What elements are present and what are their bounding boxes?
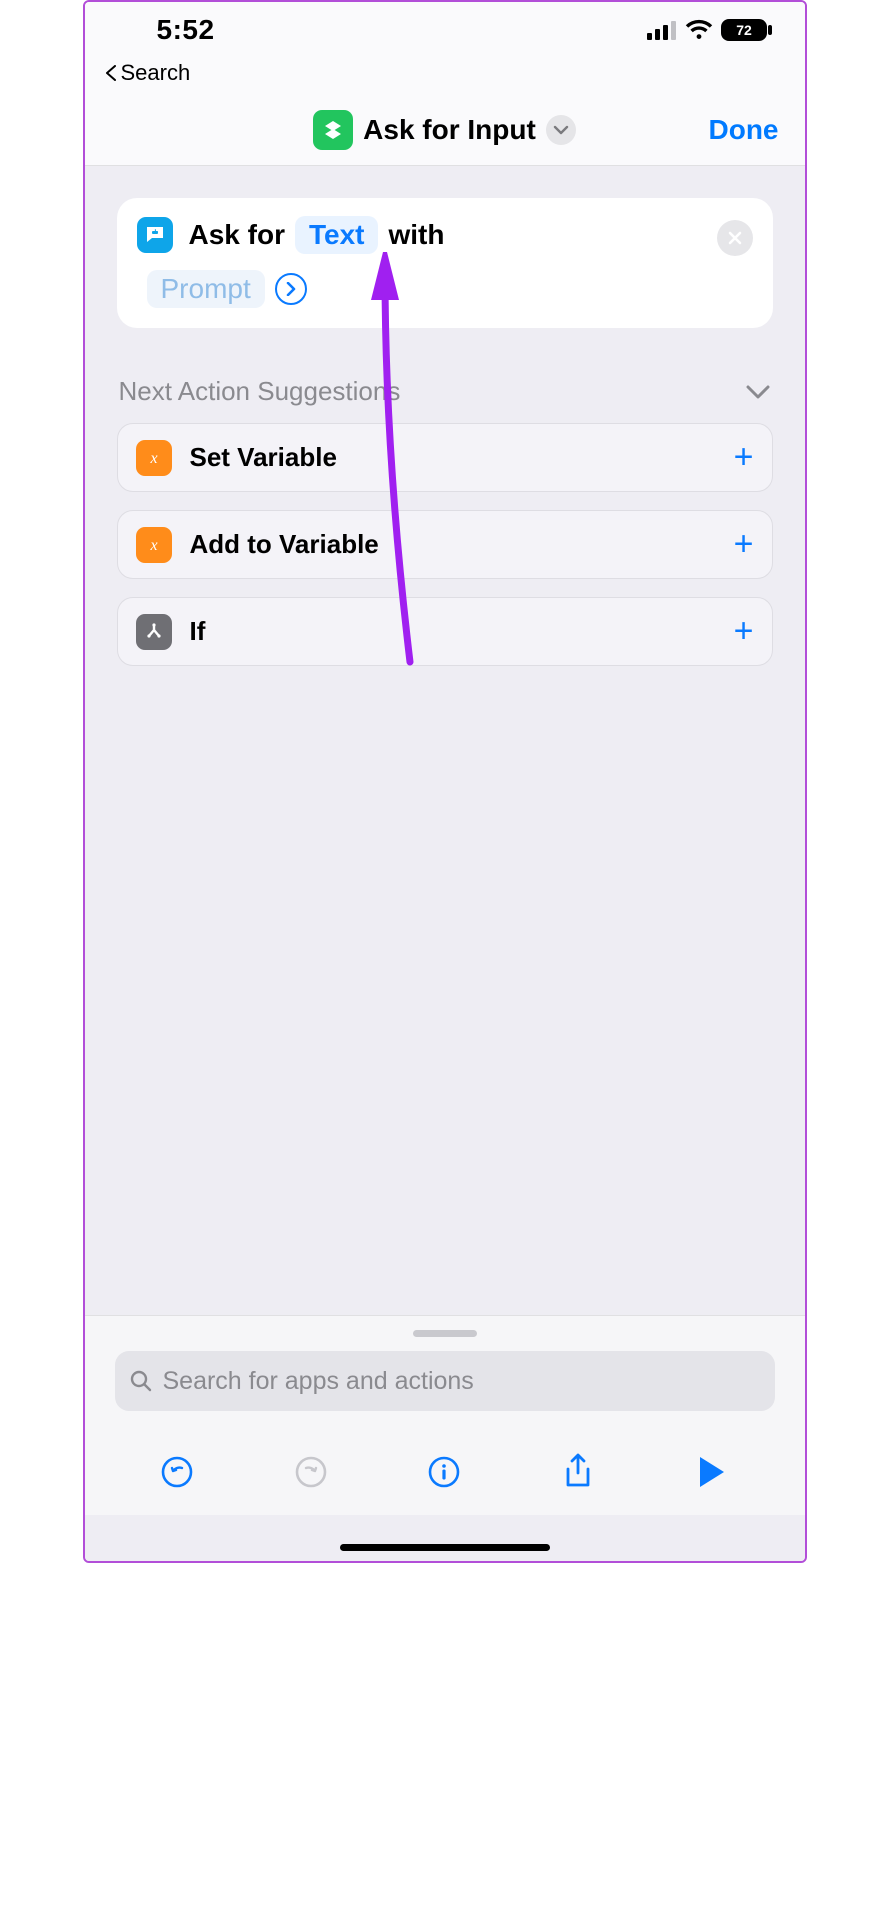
battery-icon: 72 xyxy=(721,17,773,43)
wifi-icon xyxy=(685,19,713,41)
close-icon xyxy=(727,230,743,246)
delete-action-button[interactable] xyxy=(717,220,753,256)
home-indicator[interactable] xyxy=(340,1544,550,1551)
run-button[interactable] xyxy=(690,1450,734,1494)
share-button[interactable] xyxy=(556,1450,600,1494)
chevron-down-icon xyxy=(553,125,569,135)
back-caret-icon xyxy=(105,65,117,81)
share-icon xyxy=(562,1453,594,1491)
status-indicators: 72 xyxy=(647,17,773,43)
undo-button[interactable] xyxy=(155,1450,199,1494)
suggestion-label: Set Variable xyxy=(190,442,716,473)
info-button[interactable] xyxy=(422,1450,466,1494)
show-more-button[interactable] xyxy=(275,273,307,305)
status-bar: 5:52 72 xyxy=(85,2,805,58)
info-icon xyxy=(427,1455,461,1489)
shortcuts-app-icon xyxy=(313,110,353,150)
grabber-handle[interactable] xyxy=(413,1330,477,1337)
suggestions-heading-text: Next Action Suggestions xyxy=(119,376,401,407)
done-button[interactable]: Done xyxy=(709,114,779,146)
prompt-token[interactable]: Prompt xyxy=(147,270,265,308)
back-to-search[interactable]: Search xyxy=(85,58,805,94)
redo-button[interactable] xyxy=(289,1450,333,1494)
branch-icon xyxy=(136,614,172,650)
redo-icon xyxy=(294,1455,328,1489)
collapse-suggestions[interactable] xyxy=(745,384,771,400)
suggestion-label: Add to Variable xyxy=(190,529,716,560)
add-icon[interactable]: + xyxy=(734,438,754,477)
svg-text:72: 72 xyxy=(736,22,752,38)
status-time: 5:52 xyxy=(157,14,215,46)
back-label: Search xyxy=(121,60,191,86)
undo-icon xyxy=(160,1455,194,1489)
variable-icon: x xyxy=(136,440,172,476)
action-ask-for-input[interactable]: + Ask for Text with Prompt xyxy=(117,198,773,328)
action-text-prefix: Ask for xyxy=(189,219,285,251)
add-icon[interactable]: + xyxy=(734,525,754,564)
svg-text:x: x xyxy=(149,537,157,554)
chevron-right-icon xyxy=(285,282,297,296)
variable-icon: x xyxy=(136,527,172,563)
suggestion-label: If xyxy=(190,616,716,647)
page-title[interactable]: Ask for Input xyxy=(363,114,536,146)
play-icon xyxy=(697,1455,727,1489)
suggestion-add-to-variable[interactable]: x Add to Variable + xyxy=(117,510,773,579)
nav-bar: Ask for Input Done xyxy=(85,94,805,166)
action-text-suffix: with xyxy=(388,219,444,251)
cellular-icon xyxy=(647,20,677,40)
suggestion-if[interactable]: If + xyxy=(117,597,773,666)
add-icon[interactable]: + xyxy=(734,612,754,651)
suggestions-header[interactable]: Next Action Suggestions xyxy=(119,376,771,407)
svg-text:+: + xyxy=(152,226,157,236)
bottom-sheet[interactable]: Search for apps and actions xyxy=(85,1315,805,1515)
suggestion-set-variable[interactable]: x Set Variable + xyxy=(117,423,773,492)
search-icon xyxy=(129,1369,153,1393)
bottom-toolbar xyxy=(85,1429,805,1515)
search-placeholder: Search for apps and actions xyxy=(163,1367,474,1396)
chevron-down-icon xyxy=(745,384,771,400)
search-input[interactable]: Search for apps and actions xyxy=(115,1351,775,1411)
svg-text:x: x xyxy=(149,450,157,467)
ask-input-icon: + xyxy=(137,217,173,253)
title-chevron[interactable] xyxy=(546,115,576,145)
input-type-token[interactable]: Text xyxy=(295,216,379,254)
